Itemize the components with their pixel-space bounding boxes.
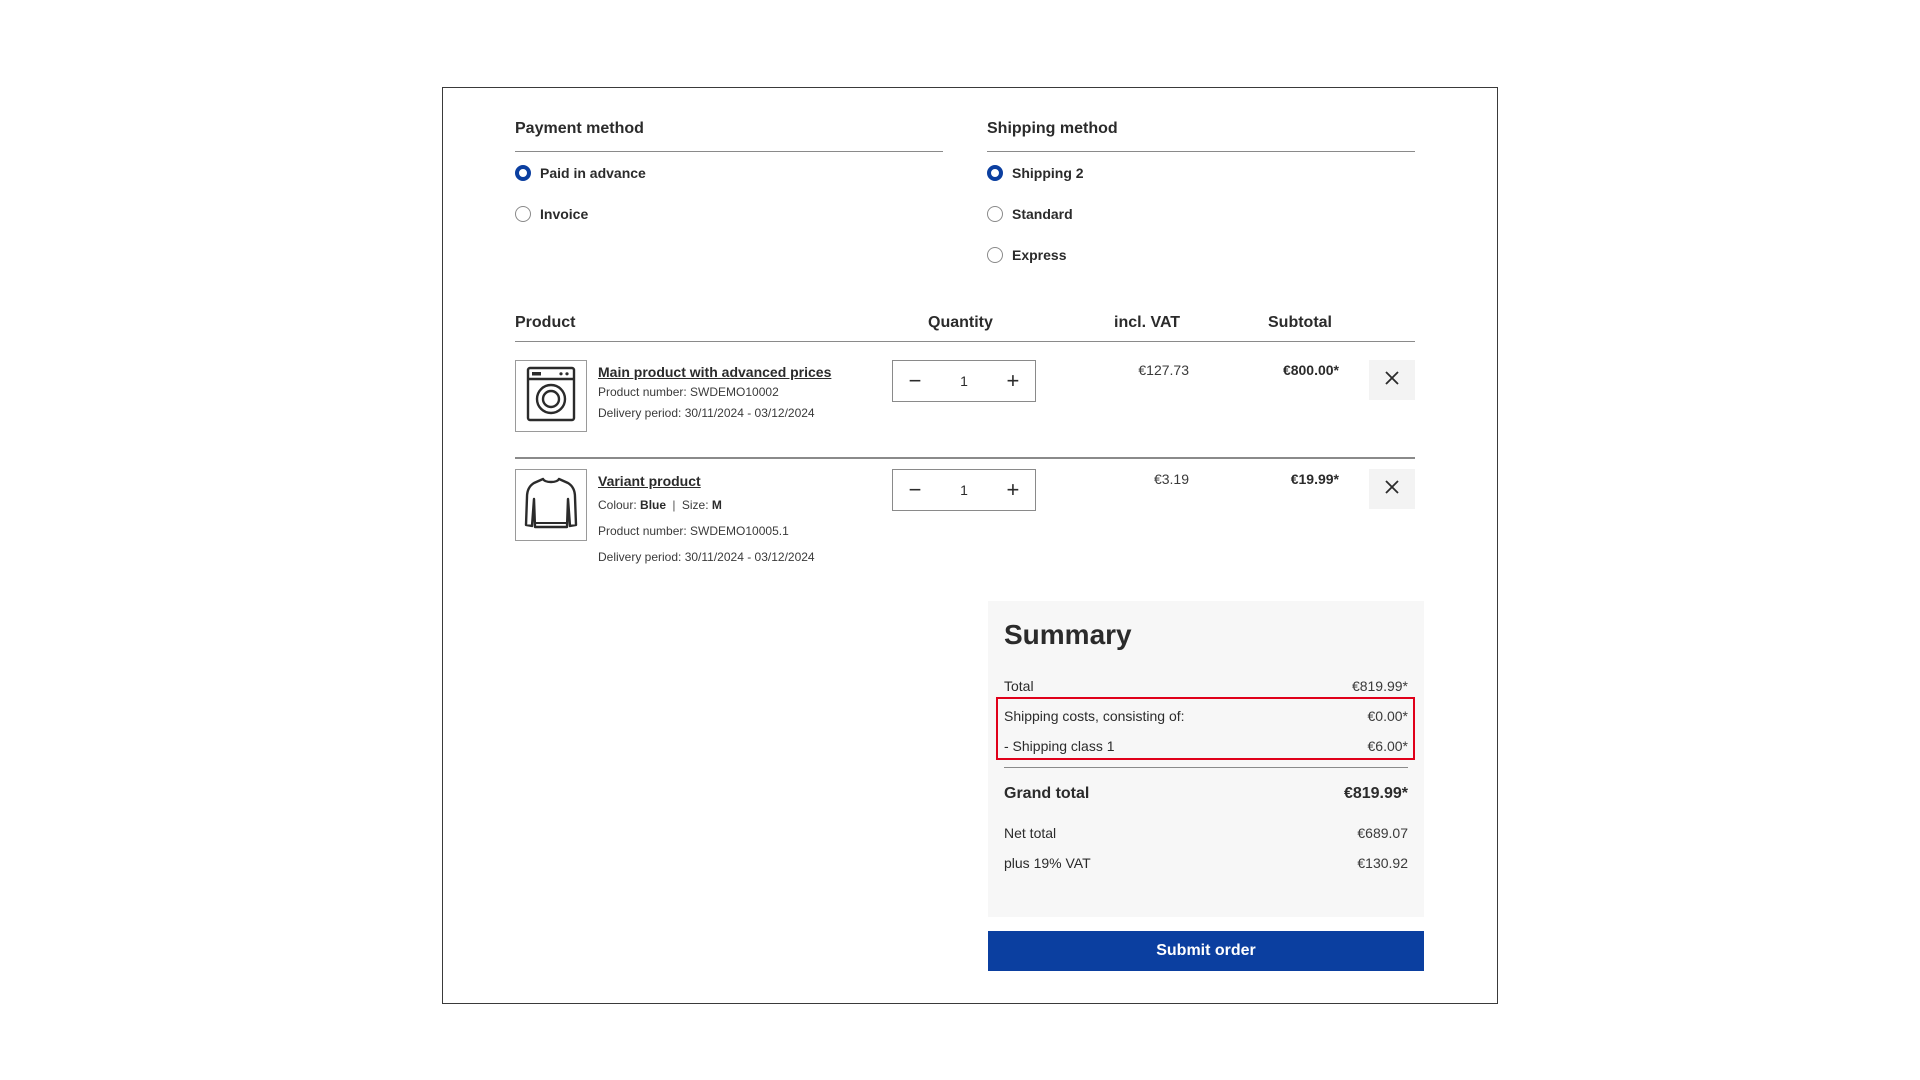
shipping-method-title: Shipping method xyxy=(987,120,1415,152)
header-subtotal: Subtotal xyxy=(1268,314,1332,331)
radio[interactable] xyxy=(987,246,1003,263)
option-label: Express xyxy=(1012,246,1067,263)
increase-button[interactable]: + xyxy=(991,361,1035,401)
submit-order-button[interactable]: Submit order xyxy=(988,931,1424,971)
size-label: Size: xyxy=(681,498,709,512)
vat-value: €130.92 xyxy=(1357,855,1408,871)
delivery-period: Delivery period: 30/11/2024 - 03/12/2024 xyxy=(598,550,815,564)
radio[interactable] xyxy=(987,205,1003,222)
summary-vat-row: plus 19% VAT €130.92 xyxy=(1004,848,1408,878)
radio-checked[interactable] xyxy=(987,164,1003,181)
item-vat: €3.19 xyxy=(1153,471,1189,487)
radio[interactable] xyxy=(515,205,531,222)
item-subtotal: €800.00* xyxy=(1282,362,1339,378)
header-vat: incl. VAT xyxy=(1114,314,1181,331)
option-label: Invoice xyxy=(540,205,589,222)
payment-option-invoice[interactable]: Invoice xyxy=(515,193,943,234)
summary-panel: Summary Total €819.99* Shipping costs, c… xyxy=(988,601,1424,917)
product-thumbnail[interactable] xyxy=(515,469,587,541)
shipping-option-standard[interactable]: Standard xyxy=(987,193,1415,234)
product-name-link[interactable]: Main product with advanced prices xyxy=(598,362,838,383)
summary-grand-total-row: Grand total €819.99* xyxy=(1004,776,1408,812)
sweater-icon xyxy=(521,473,581,538)
remove-item-button[interactable] xyxy=(1369,360,1415,400)
option-label: Paid in advance xyxy=(540,164,646,181)
shipping-option-shipping-2[interactable]: Shipping 2 xyxy=(987,152,1415,193)
quantity-stepper[interactable]: − 1 + xyxy=(892,360,1036,402)
grand-total-label: Grand total xyxy=(1004,785,1090,802)
shipping-class-value: €6.00* xyxy=(1367,738,1408,754)
payment-method-title: Payment method xyxy=(515,120,943,152)
product-number: Product number: SWDEMO10005.1 xyxy=(598,524,789,538)
summary-total-row: Total €819.99* xyxy=(1004,671,1408,701)
decrease-button[interactable]: − xyxy=(893,470,937,510)
quantity-value[interactable]: 1 xyxy=(960,482,968,498)
summary-divider xyxy=(1004,767,1408,768)
delivery-period: Delivery period: 30/11/2024 - 03/12/2024 xyxy=(598,406,815,420)
product-name-link[interactable]: Variant product xyxy=(598,471,838,492)
item-vat: €127.73 xyxy=(1138,362,1189,378)
summary-title: Summary xyxy=(1004,619,1132,650)
summary-shipping-row: Shipping costs, consisting of: €0.00* xyxy=(1004,701,1408,731)
shipping-method: Shipping method Shipping 2 Standard Expr… xyxy=(987,120,1415,275)
methods-section: Payment method Paid in advance Invoice S… xyxy=(515,120,1415,280)
net-total-label: Net total xyxy=(1004,825,1057,841)
close-icon xyxy=(1384,370,1400,391)
quantity-value[interactable]: 1 xyxy=(960,373,968,389)
net-total-value: €689.07 xyxy=(1357,825,1408,841)
colour-value: Blue xyxy=(640,498,667,512)
remove-item-button[interactable] xyxy=(1369,469,1415,509)
checkout-frame: Payment method Paid in advance Invoice S… xyxy=(442,87,1498,1004)
separator: | xyxy=(672,498,676,512)
total-label: Total xyxy=(1004,678,1034,694)
cart-row: Main product with advanced prices Produc… xyxy=(515,342,1415,458)
vat-label: plus 19% VAT xyxy=(1004,855,1091,871)
variant-options: Colour: Blue | Size: M xyxy=(598,492,838,518)
header-quantity: Quantity xyxy=(928,314,993,331)
option-label: Standard xyxy=(1012,205,1073,222)
total-value: €819.99* xyxy=(1351,678,1408,694)
shipping-costs-value: €0.00* xyxy=(1367,708,1408,724)
quantity-stepper[interactable]: − 1 + xyxy=(892,469,1036,511)
cart-row: Variant product Colour: Blue | Size: M P… xyxy=(515,458,1415,566)
item-subtotal: €19.99* xyxy=(1290,471,1339,487)
product-thumbnail[interactable] xyxy=(515,360,587,432)
summary-net-row: Net total €689.07 xyxy=(1004,818,1408,848)
cart-table: Product Quantity incl. VAT Subtotal Main… xyxy=(515,306,1415,566)
payment-option-paid-in-advance[interactable]: Paid in advance xyxy=(515,152,943,193)
product-number: Product number: SWDEMO10002 xyxy=(598,385,779,399)
radio-checked[interactable] xyxy=(515,164,531,181)
shipping-costs-label: Shipping costs, consisting of: xyxy=(1004,708,1185,724)
shipping-class-label: - Shipping class 1 xyxy=(1004,738,1115,754)
washing-machine-icon xyxy=(521,364,581,429)
option-label: Shipping 2 xyxy=(1012,164,1084,181)
summary-shipping-class-row: - Shipping class 1 €6.00* xyxy=(1004,731,1408,761)
size-value: M xyxy=(711,498,722,512)
grand-total-value: €819.99* xyxy=(1343,785,1408,802)
shipping-option-express[interactable]: Express xyxy=(987,234,1415,275)
increase-button[interactable]: + xyxy=(991,470,1035,510)
close-icon xyxy=(1384,479,1400,500)
colour-label: Colour: xyxy=(598,498,637,512)
decrease-button[interactable]: − xyxy=(893,361,937,401)
header-product: Product xyxy=(515,314,576,331)
payment-method: Payment method Paid in advance Invoice xyxy=(515,120,943,234)
cart-header: Product Quantity incl. VAT Subtotal xyxy=(515,306,1415,342)
